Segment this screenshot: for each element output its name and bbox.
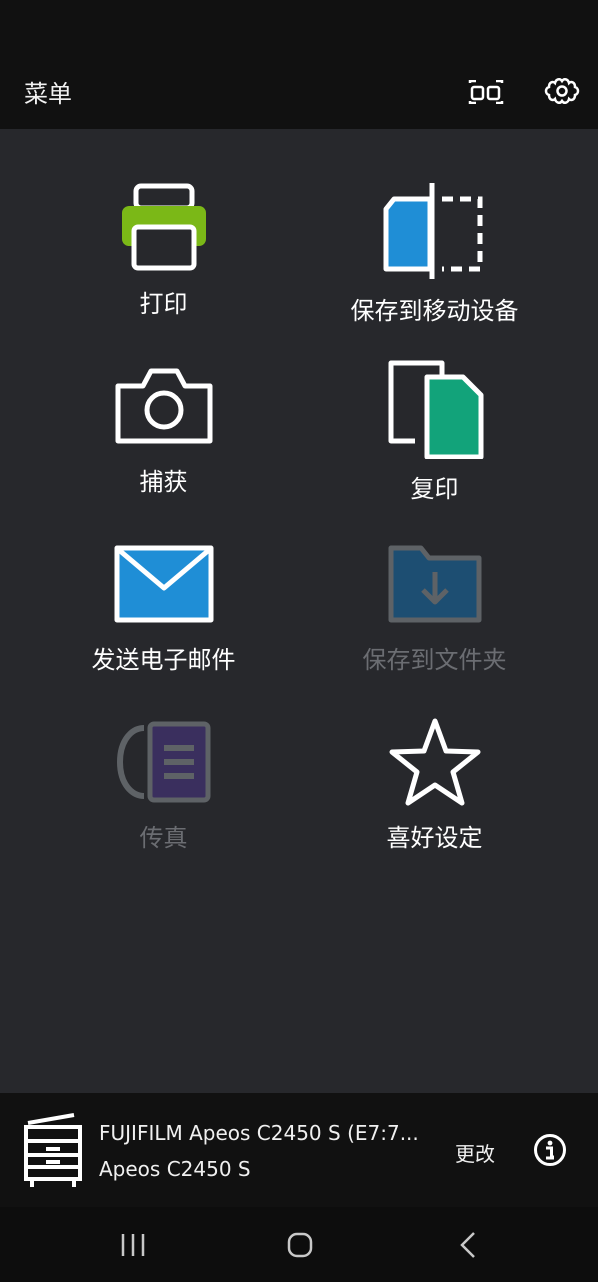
recents-icon [121,1234,145,1256]
folder-download-icon [388,545,481,622]
device-name: FUJIFILM Apeos C2450 S (E7:7... [99,1121,419,1145]
recents-button[interactable] [108,1225,158,1265]
settings-button[interactable] [540,70,584,114]
copy-icon [388,360,483,459]
system-navigation-bar [0,1207,598,1282]
home-icon [287,1232,313,1258]
device-bar: FUJIFILM Apeos C2450 S (E7:7... Apeos C2… [0,1093,598,1207]
save-to-mobile-button[interactable]: 保存到移动设备 [285,141,584,325]
multifunction-printer-icon [24,1113,82,1187]
back-button[interactable] [443,1225,493,1265]
star-icon [389,718,480,805]
change-device-button[interactable]: 更改 [455,1138,495,1167]
save-to-folder-button[interactable]: 保存到文件夹 [285,497,584,675]
save-to-folder-label: 保存到文件夹 [362,646,507,674]
barcode-scan-button[interactable] [464,70,508,114]
save-to-device-icon [383,183,482,279]
favorites-label: 喜好设定 [386,824,483,852]
home-button[interactable] [275,1225,325,1265]
send-email-label: 发送电子邮件 [91,646,236,674]
menu-grid: 打印 保存到移动设备 捕获 复印 发送电子邮件 保存到文件夹 传真 喜好设定 [0,129,598,1093]
print-label: 打印 [139,290,188,318]
copy-button[interactable]: 复印 [285,319,584,503]
send-email-button[interactable]: 发送电子邮件 [14,497,313,675]
device-model: Apeos C2450 S [99,1157,251,1181]
back-icon [460,1232,475,1258]
status-bar [0,0,598,52]
fax-label: 传真 [139,824,188,852]
capture-label: 捕获 [139,468,188,496]
envelope-icon [114,545,213,622]
capture-button[interactable]: 捕获 [14,319,313,497]
fax-icon [116,721,210,802]
gear-icon [544,78,580,104]
device-icon-wrapper [22,1113,84,1193]
page-title: 菜单 [24,80,72,108]
app-header: 菜单 [0,52,598,129]
camera-icon [115,368,212,443]
barcode-scan-icon [468,80,504,104]
printer-icon [121,183,206,270]
device-info-button[interactable] [533,1133,567,1171]
fax-button[interactable]: 传真 [14,675,313,853]
info-icon [534,1134,566,1166]
print-button[interactable]: 打印 [14,141,313,319]
favorites-button[interactable]: 喜好设定 [285,675,584,853]
